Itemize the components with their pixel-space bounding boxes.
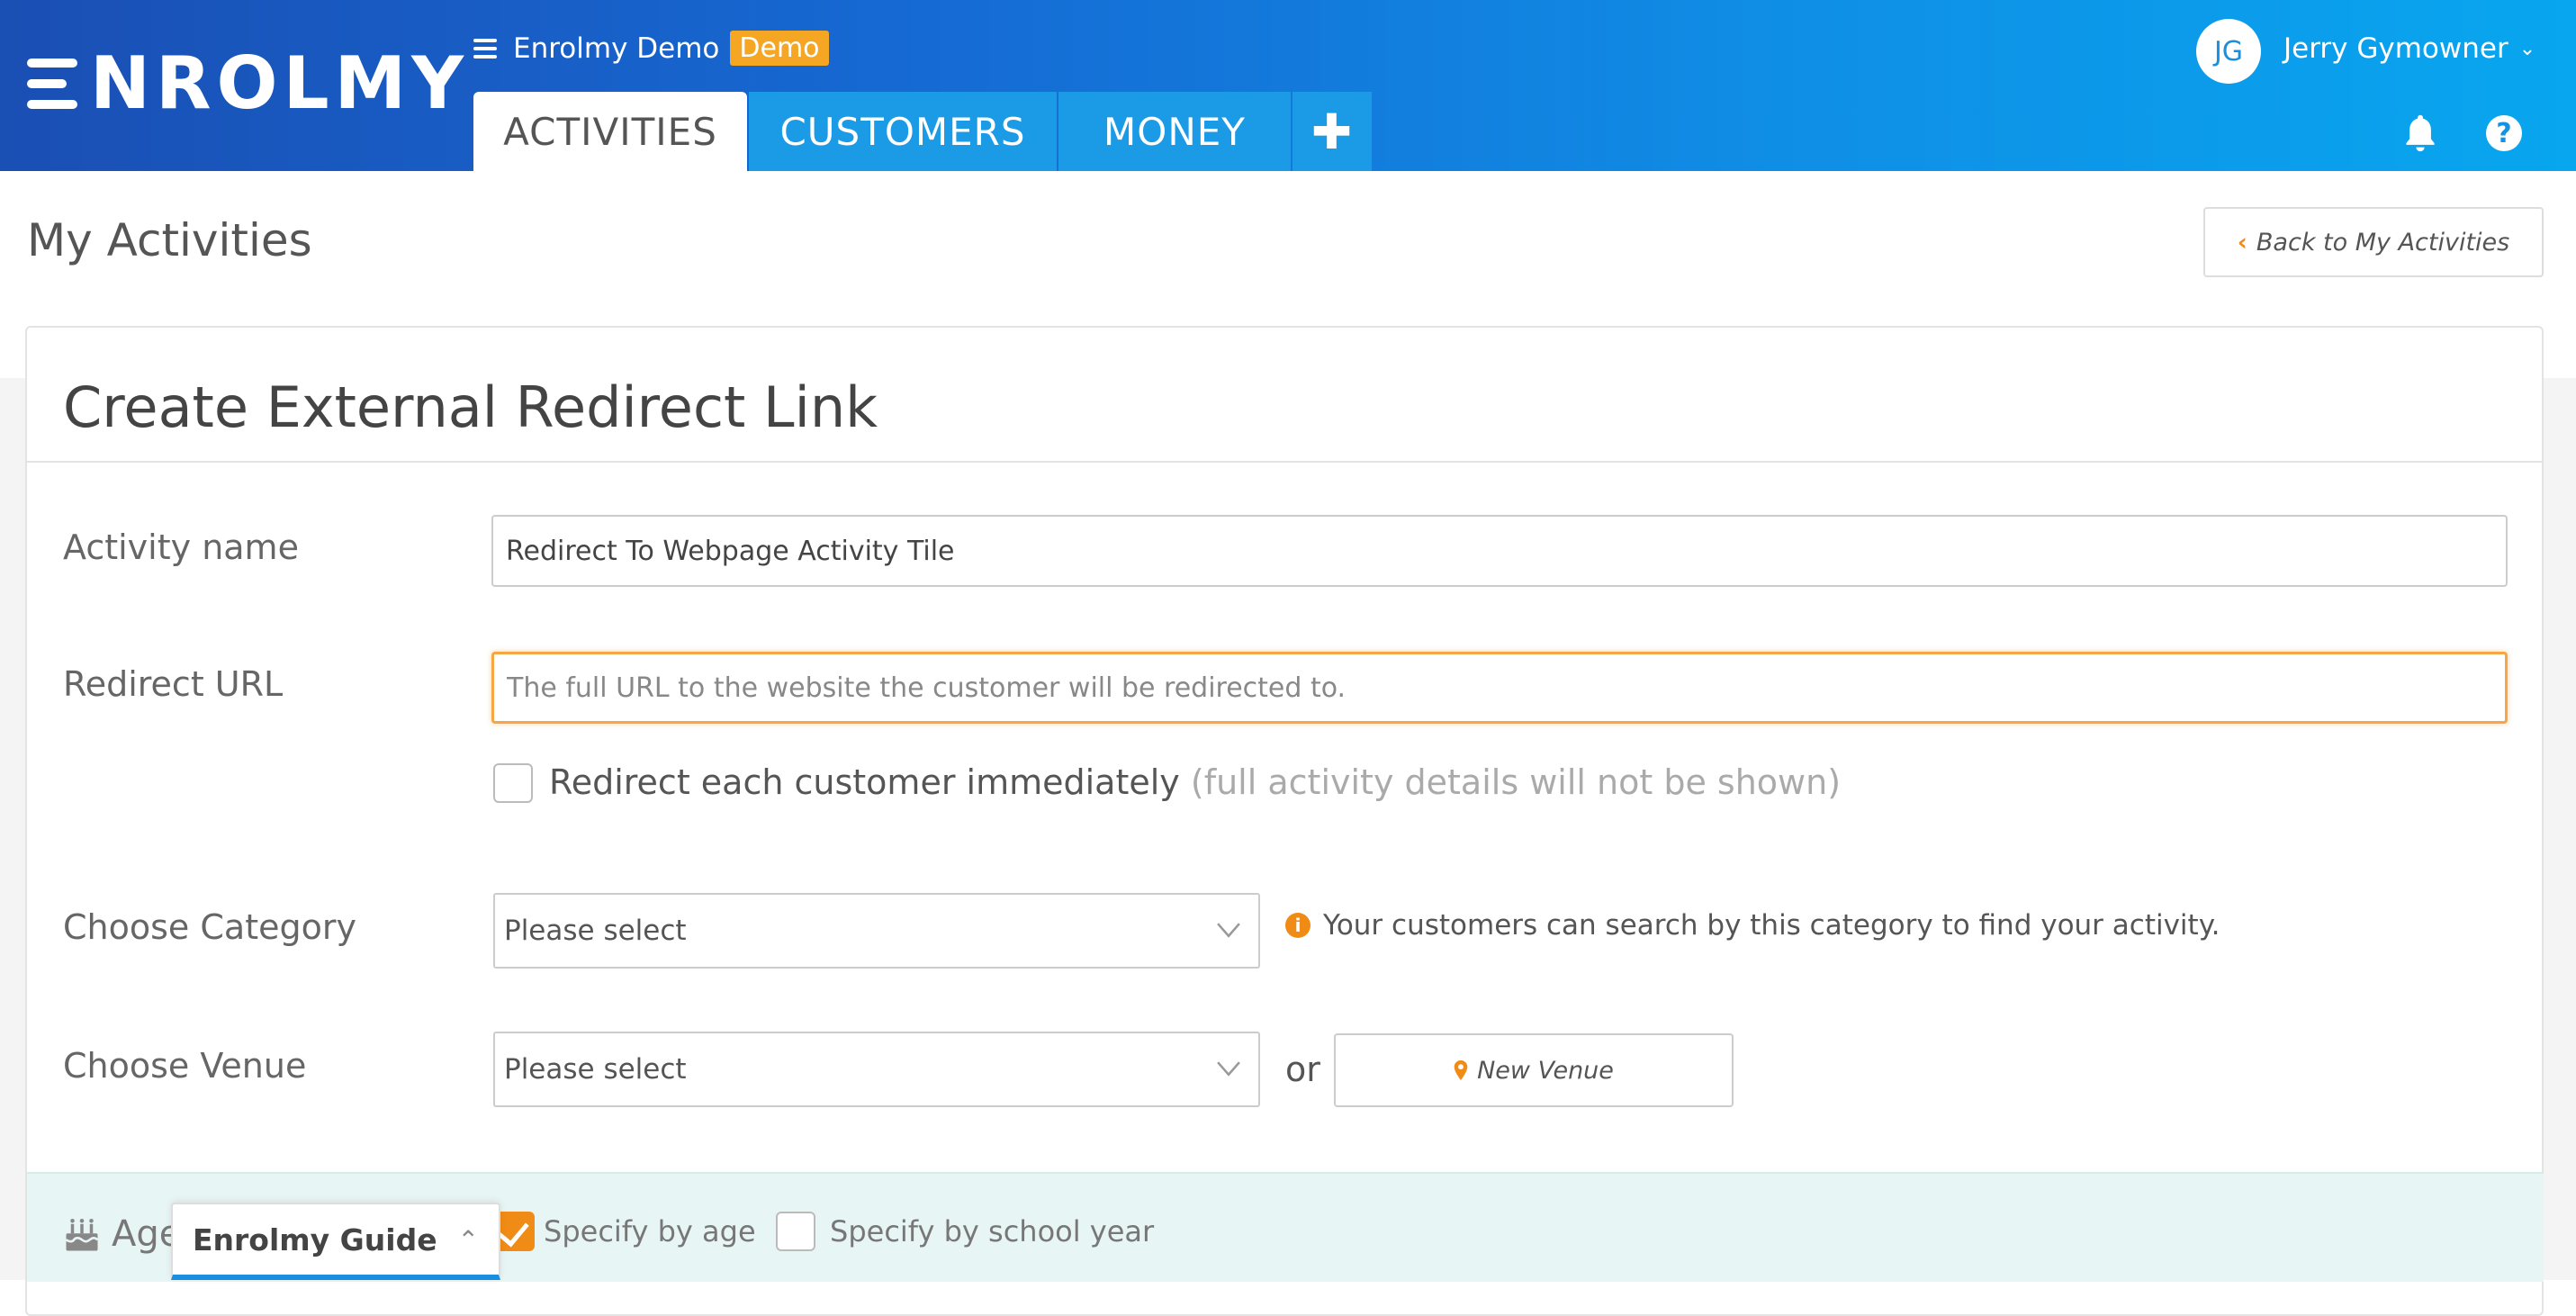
create-link-form: Create External Redirect Link [25, 326, 2544, 1316]
category-selected-value: Please select [504, 915, 687, 947]
redirect-url-input[interactable] [491, 652, 2508, 724]
category-select[interactable]: Please select [493, 893, 1260, 969]
chevron-down-icon [1217, 1061, 1240, 1077]
check-icon [498, 1214, 529, 1248]
new-venue-button[interactable]: New Venue [1334, 1033, 1734, 1107]
enrolmy-logo[interactable]: NROLMY [27, 41, 470, 125]
info-icon: i [1285, 913, 1311, 938]
venue-selected-value: Please select [504, 1053, 687, 1086]
enrolmy-guide-widget[interactable]: Enrolmy Guide ⌃ [171, 1203, 500, 1280]
chevron-down-icon [1217, 923, 1240, 938]
activity-name-input[interactable] [491, 515, 2508, 587]
category-info: i Your customers can search by this cate… [1285, 909, 2220, 942]
org-switcher[interactable]: Enrolmy Demo Demo [473, 31, 829, 66]
chevron-down-icon: ⌄ [2518, 37, 2536, 60]
choose-category-label: Choose Category [63, 907, 356, 947]
help-icon[interactable]: ? [2486, 115, 2522, 151]
redirect-url-label: Redirect URL [63, 664, 284, 704]
user-name: Jerry Gymowner [2283, 32, 2508, 65]
specify-by-school-year-label[interactable]: Specify by school year [830, 1214, 1154, 1248]
main-tabs: ACTIVITIES CUSTOMERS MONEY ✚ [473, 92, 1374, 171]
logo-e-mark [27, 57, 77, 111]
guide-label: Enrolmy Guide [193, 1221, 437, 1257]
activity-name-label: Activity name [63, 527, 299, 567]
chevron-left-icon: ‹ [2237, 228, 2247, 257]
specify-by-age-label[interactable]: Specify by age [544, 1214, 756, 1248]
category-info-text: Your customers can search by this catego… [1323, 909, 2220, 942]
back-to-activities-button[interactable]: ‹ Back to My Activities [2203, 207, 2544, 277]
add-tab-plus-icon[interactable]: ✚ [1293, 92, 1372, 171]
new-venue-label: New Venue [1477, 1056, 1614, 1085]
page-title: My Activities [27, 214, 312, 266]
redirect-immediately-checkbox[interactable] [493, 763, 533, 803]
specify-by-age-checkbox[interactable] [495, 1212, 535, 1251]
specify-by-school-year-checkbox[interactable] [776, 1212, 815, 1251]
redirect-immediately-label[interactable]: Redirect each customer immediately (full… [549, 762, 1841, 802]
form-divider [27, 461, 2542, 463]
form-title: Create External Redirect Link [63, 374, 878, 440]
tab-activities[interactable]: ACTIVITIES [473, 92, 747, 171]
user-menu[interactable]: Jerry Gymowner ⌄ [2283, 32, 2535, 65]
tab-customers[interactable]: CUSTOMERS [749, 92, 1057, 171]
hamburger-menu-icon[interactable] [473, 38, 497, 59]
chevron-up-icon[interactable]: ⌃ [458, 1225, 479, 1255]
top-header: NROLMY Enrolmy Demo Demo ACTIVITIES CUST… [0, 0, 2576, 171]
map-pin-icon [1454, 1060, 1468, 1080]
tab-money[interactable]: MONEY [1058, 92, 1291, 171]
birthday-cake-icon [65, 1218, 99, 1251]
demo-badge: Demo [730, 31, 829, 66]
logo-text: NROLMY [90, 41, 470, 125]
redirect-immediately-note: (full activity details will not be shown… [1190, 762, 1842, 802]
venue-or-text: or [1285, 1050, 1320, 1089]
org-name: Enrolmy Demo [513, 32, 720, 65]
venue-select[interactable]: Please select [493, 1032, 1260, 1107]
back-button-label: Back to My Activities [2256, 228, 2510, 257]
avatar[interactable]: JG [2196, 19, 2261, 84]
bell-icon[interactable] [2400, 112, 2440, 155]
choose-venue-label: Choose Venue [63, 1046, 307, 1086]
